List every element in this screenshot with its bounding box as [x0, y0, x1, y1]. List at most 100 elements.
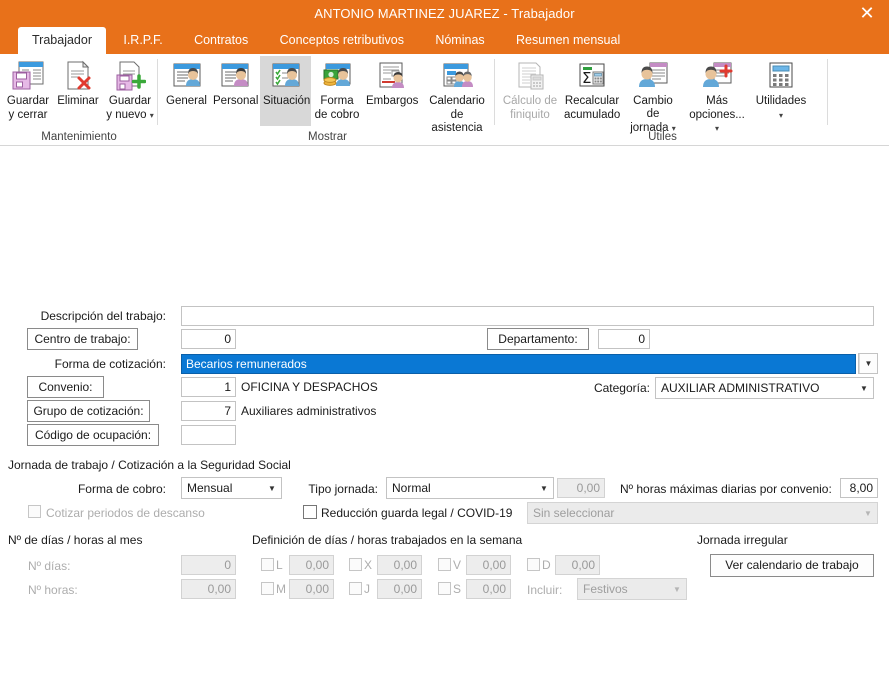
tab-resumen-mensual[interactable]: Resumen mensual [502, 27, 634, 54]
forma-cotizacion-dropdown-button[interactable]: ▼ [858, 353, 878, 374]
tipo-jornada-combo[interactable]: Normal ▼ [386, 477, 554, 499]
ribbon-button-eliminar[interactable]: Eliminar [54, 56, 102, 108]
chevron-down-icon[interactable]: ▾ [779, 111, 783, 120]
tab-nominas[interactable]: Nóminas [421, 27, 498, 54]
day-hours-J: 0,00 [377, 579, 422, 599]
ribbon-button-recalcular-acumulado[interactable]: Σ Recalcular acumulado [561, 56, 623, 122]
ribbon-button-embargos[interactable]: Embargos [363, 56, 421, 108]
ribbon-separator-1 [157, 59, 158, 125]
day-label-L: L [276, 558, 283, 572]
day-checkbox-L[interactable] [261, 558, 274, 571]
ribbon-label-mas-opciones-text: opciones... [689, 109, 745, 121]
label-incluir: Incluir: [527, 583, 563, 597]
day-checkbox-M[interactable] [261, 582, 274, 595]
tab-irpf[interactable]: I.R.P.F. [109, 27, 176, 54]
ribbon-button-cambio-de-jornada[interactable]: Cambio de jornada ▾ [623, 56, 683, 135]
ribbon-group-title-utiles: Útiles [648, 131, 677, 143]
ribbon-button-mas-opciones[interactable]: Más opciones... ▾ [683, 56, 751, 135]
ribbon-label-recalcular-line1: Recalcular [564, 95, 620, 107]
label-numero-horas: Nº horas: [28, 583, 78, 597]
descripcion-trabajo-input[interactable] [181, 306, 874, 326]
ribbon-label-utilidades: Utilidades [755, 95, 807, 107]
window-title: ANTONIO MARTINEZ JUAREZ - Trabajador [314, 6, 575, 21]
tab-trabajador[interactable]: Trabajador [18, 27, 106, 54]
centro-trabajo-button[interactable]: Centro de trabajo: [27, 328, 138, 350]
ribbon-button-forma-de-cobro[interactable]: Forma de cobro [311, 56, 363, 122]
grupo-cotizacion-button[interactable]: Grupo de cotización: [27, 400, 150, 422]
cotizar-descanso-checkbox [28, 505, 41, 518]
ribbon-group-title-mantenimiento: Mantenimiento [41, 131, 117, 143]
ribbon-button-general[interactable]: General [163, 56, 210, 108]
departamento-input[interactable] [598, 329, 650, 349]
ribbon-button-personal[interactable]: Personal [210, 56, 260, 108]
reduccion-guarda-legal-checkbox[interactable] [303, 505, 317, 519]
day-checkbox-D[interactable] [527, 558, 540, 571]
more-options-icon [683, 58, 751, 94]
incluir-value: Festivos [583, 582, 628, 596]
save-new-icon [102, 58, 158, 94]
ribbon-label-forma-de-cobro-line1: Forma [320, 95, 354, 107]
day-hours-D: 0,00 [555, 555, 600, 575]
day-hours-V: 0,00 [466, 555, 511, 575]
ribbon-button-situacion[interactable]: Situación [260, 56, 311, 126]
day-checkbox-X[interactable] [349, 558, 362, 571]
svg-text:Σ: Σ [582, 69, 591, 87]
chevron-down-icon[interactable]: ▼ [859, 354, 877, 373]
chevron-down-icon[interactable]: ▾ [150, 111, 154, 120]
section-title-dias-horas-mes: Nº de días / horas al mes [8, 533, 143, 547]
title-bar: ANTONIO MARTINEZ JUAREZ - Trabajador ✕ [0, 0, 889, 27]
convenio-button[interactable]: Convenio: [27, 376, 104, 398]
ribbon-label-situacion: Situación [263, 95, 311, 107]
tab-contratos[interactable]: Contratos [180, 27, 262, 54]
chevron-down-icon[interactable]: ▼ [535, 478, 553, 498]
ribbon-button-guardar-y-nuevo[interactable]: Guardar y nuevo ▾ [102, 56, 158, 122]
label-horas-maximas: Nº horas máximas diarias por convenio: [620, 482, 832, 496]
tab-conceptos-retributivos[interactable]: Conceptos retributivos [266, 27, 418, 54]
ribbon-label-personal: Personal [213, 95, 259, 107]
centro-trabajo-input[interactable] [181, 329, 236, 349]
section-title-jornada-trabajo: Jornada de trabajo / Cotización a la Seg… [8, 458, 291, 472]
calendar-icon [421, 58, 493, 94]
personal-person-icon [210, 58, 260, 94]
day-label-J: J [364, 582, 370, 596]
ribbon-label-calendario-line1: Calendario [429, 95, 485, 107]
reduccion-combo: Sin seleccionar ▼ [527, 502, 878, 524]
chevron-down-icon: ▼ [673, 584, 681, 594]
day-label-X: X [364, 558, 373, 572]
grupo-cotizacion-code-input[interactable] [181, 401, 236, 421]
convenio-code-input[interactable] [181, 377, 236, 397]
ribbon-button-utilidades[interactable]: Utilidades ▾ [751, 56, 811, 122]
day-label-V: V [453, 558, 462, 572]
categoria-value: AUXILIAR ADMINISTRATIVO [661, 381, 820, 395]
codigo-ocupacion-button[interactable]: Código de ocupación: [27, 424, 159, 446]
departamento-button[interactable]: Departamento: [487, 328, 589, 350]
ribbon-button-guardar-y-cerrar[interactable]: Guardar y cerrar [2, 56, 54, 122]
ribbon-label-guardar-y-nuevo-text: y nuevo [106, 109, 147, 121]
label-categoria: Categoría: [593, 381, 650, 395]
ribbon-label-cambio-jornada-line1: Cambio de [633, 95, 673, 120]
codigo-ocupacion-input[interactable] [181, 425, 236, 445]
ribbon-label-guardar-y-cerrar-line2: y cerrar [8, 109, 48, 121]
ribbon-button-calendario-de-asistencia[interactable]: Calendario de asistencia [421, 56, 493, 135]
day-checkbox-S[interactable] [438, 582, 451, 595]
close-icon[interactable]: ✕ [845, 0, 889, 27]
day-checkbox-J[interactable] [349, 582, 362, 595]
forma-cotizacion-value[interactable]: Becarios remunerados [181, 354, 856, 374]
ribbon-group-mostrar: General Personal Situación Forma de cobr… [160, 54, 495, 146]
save-close-icon [2, 58, 54, 94]
ribbon-label-forma-de-cobro-line2: de cobro [314, 109, 360, 121]
reduccion-combo-value: Sin seleccionar [533, 506, 615, 520]
day-hours-L: 0,00 [289, 555, 334, 575]
chevron-down-icon[interactable]: ▼ [855, 378, 873, 398]
horas-maximas-input[interactable] [840, 478, 878, 498]
label-numero-dias: Nº días: [28, 559, 71, 573]
ver-calendario-trabajo-button[interactable]: Ver calendario de trabajo [710, 554, 874, 577]
day-checkbox-V[interactable] [438, 558, 451, 571]
ribbon-separator-2 [494, 59, 495, 125]
day-label-S: S [453, 582, 462, 596]
ribbon-label-mas-opciones-line1: Más [706, 95, 728, 107]
general-person-icon [163, 58, 210, 94]
categoria-combo[interactable]: AUXILIAR ADMINISTRATIVO ▼ [655, 377, 874, 399]
chevron-down-icon: ▼ [864, 508, 872, 518]
ribbon-button-calculo-de-finiquito: Cálculo de finiquito [499, 56, 561, 122]
